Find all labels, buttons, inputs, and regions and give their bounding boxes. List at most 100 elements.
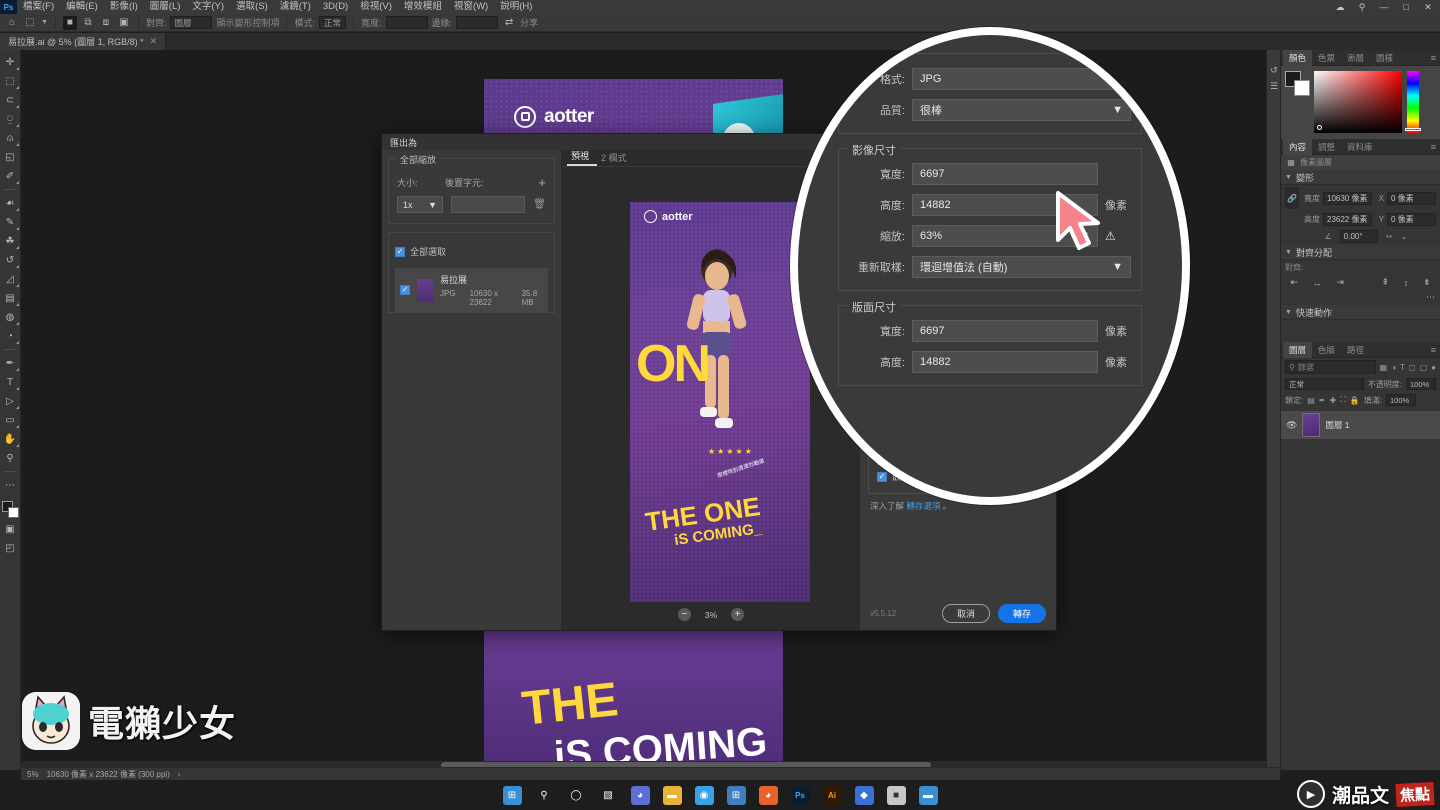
minimize-button[interactable]: — [1378,2,1390,12]
tab-color[interactable]: 顏色 [1283,50,1312,66]
flip-horizontal-icon[interactable]: ⇿ [1386,232,1393,241]
intersect-selection-icon[interactable]: ▣ [117,16,131,30]
layer-name[interactable]: 圖層 1 [1325,419,1349,431]
transform-section-header[interactable]: ▼ 變形 [1281,170,1440,185]
link-icon[interactable]: 🔗 [1285,187,1299,209]
filter-adjust-icon[interactable]: ◑ [1391,363,1396,372]
menu-item-type[interactable]: 文字(Y) [186,0,230,14]
chevron-down-icon[interactable]: ▼ [1285,174,1292,181]
menu-item-file[interactable]: 檔案(F) [17,0,60,14]
menu-item-help[interactable]: 說明(H) [494,0,538,14]
hue-strip[interactable] [1407,71,1419,133]
app-icon-one[interactable]: ◆ [855,786,874,805]
cancel-button[interactable]: 取消 [942,604,990,623]
task-view-icon[interactable]: ▧ [599,786,618,805]
panel-menu-icon[interactable]: ≡ [1431,53,1440,63]
marquee-icon[interactable]: ⬚ [23,16,37,30]
panel-icon-history[interactable]: ↺ [1267,62,1281,78]
firefox-icon[interactable]: ◕ [759,786,778,805]
lock-all-icon[interactable]: 🔒 [1350,396,1360,405]
lock-nesting-icon[interactable]: ⛶ [1340,395,1346,405]
tool-lasso[interactable]: ⊂ [1,91,20,109]
mag-width-input[interactable]: 6697 [912,163,1098,185]
search-icon[interactable]: ⚲ [1356,2,1368,12]
panel-menu-icon[interactable]: ≡ [1431,345,1440,355]
subtract-selection-icon[interactable]: ⧈ [99,16,113,30]
zoom-in-button[interactable]: + [731,608,744,621]
mag-canvas-width-input[interactable]: 6697 [912,320,1098,342]
background-swatch[interactable] [1294,80,1310,96]
quick-actions-section-header[interactable]: ▼ 快速動作 [1281,305,1440,320]
status-zoom[interactable]: 5% [27,770,39,779]
export-button[interactable]: 轉存 [998,604,1046,623]
filter-pixel-icon[interactable]: ▦ [1380,363,1388,372]
app-icon-three[interactable]: ▬ [919,786,938,805]
mag-canvas-height-input[interactable]: 14882 [912,351,1098,373]
screen-mode-icon[interactable]: ◰ [1,539,20,557]
tool-eraser[interactable]: ◿ [1,270,20,288]
lock-position-icon[interactable]: ✚ [1330,396,1337,405]
auto-select-field[interactable]: 圖層 [170,16,212,29]
tool-gradient[interactable]: ▤ [1,289,20,307]
start-button[interactable]: ⊞ [503,786,522,805]
tool-clone-stamp[interactable]: ☘ [1,232,20,250]
eye-icon[interactable]: 👁 [1286,420,1297,431]
tool-history-brush[interactable]: ↺ [1,251,20,269]
share-label[interactable]: 分享 [520,16,538,29]
chrome-icon[interactable]: ◉ [695,786,714,805]
tab-gradients[interactable]: 漸層 [1341,50,1370,66]
layer-row[interactable]: 👁 圖層 1 [1281,411,1440,439]
illustrator-icon[interactable]: Ai [823,786,842,805]
width-field[interactable] [386,16,428,29]
document-tab[interactable]: 易拉展.ai @ 5% (圖層 1, RGB/8) * ✕ [0,33,166,50]
opacity-value[interactable]: 100% [1406,378,1436,390]
tool-dodge[interactable]: ◔ [1,327,20,345]
menu-item-window[interactable]: 視窗(W) [448,0,494,14]
delete-scale-icon[interactable]: 🗑 [533,199,546,210]
app-icon-two[interactable]: ■ [887,786,906,805]
menu-item-edit[interactable]: 編輯(E) [60,0,104,14]
cortana-icon[interactable]: ◯ [567,786,586,805]
photoshop-icon[interactable]: Ps [791,786,810,805]
tab-adjustments[interactable]: 調整 [1312,139,1341,155]
align-right-icon[interactable]: ⇥ [1336,277,1344,288]
tool-brush[interactable]: ✎ [1,213,20,231]
tool-edit-toolbar[interactable]: ⋯ [1,476,20,494]
lock-image-icon[interactable]: ✒ [1319,396,1326,405]
menu-item-select[interactable]: 選取(S) [230,0,274,14]
tool-object-selection[interactable]: ⍜ [1,110,20,128]
align-center-h-icon[interactable]: ↔ [1313,278,1322,288]
width-value[interactable]: 10630 像素 [1323,192,1372,205]
suffix-input[interactable] [451,196,525,213]
menu-item-view[interactable]: 檢視(V) [354,0,398,14]
blend-mode-dropdown[interactable]: 正常 [1285,378,1364,390]
calculator-icon[interactable]: ⊞ [727,786,746,805]
new-selection-icon[interactable]: ■ [63,16,77,30]
chevron-down-icon[interactable]: ▼ [1285,249,1292,256]
tool-marquee[interactable]: ⬚ [1,72,20,90]
mag-quality-dropdown[interactable]: 很棒 ▼ [912,99,1131,121]
mag-resample-dropdown[interactable]: 環迴增值法 (自動) ▼ [912,256,1131,278]
y-value[interactable]: 0 像素 [1387,213,1436,226]
maximize-button[interactable]: □ [1400,2,1412,12]
tab-paths[interactable]: 路徑 [1341,342,1370,358]
fill-value[interactable]: 100% [1386,394,1416,406]
select-all-row[interactable]: ✓ 全部選取 [395,243,548,260]
play-icon[interactable]: ▶ [1297,780,1325,808]
panel-icon-libraries[interactable]: ☰ [1267,78,1281,94]
flip-vertical-icon[interactable]: ⌄ [1401,232,1408,241]
tab-layers[interactable]: 圖層 [1283,342,1312,358]
menu-item-plugins[interactable]: 增效模組 [398,0,448,14]
align-bottom-icon[interactable]: ⇟ [1423,277,1431,288]
tool-move[interactable]: ✛ [1,53,20,71]
tool-crop[interactable]: ⍝ [1,129,20,147]
align-center-v-icon[interactable]: ↕ [1404,278,1409,288]
zoom-out-button[interactable]: − [678,608,691,621]
filter-type-icon[interactable]: T [1400,363,1405,372]
tool-frame[interactable]: ◱ [1,148,20,166]
file-list-item[interactable]: ✓ 易拉展 JPG 10630 x 23622 35.8 MB [395,268,548,312]
scale-dropdown[interactable]: 1x ▼ [397,196,443,213]
mag-format-dropdown[interactable]: JPG ▼ [912,68,1131,90]
mode-dropdown[interactable]: 正常 [319,16,346,29]
tab-libraries[interactable]: 資料庫 [1341,139,1379,155]
